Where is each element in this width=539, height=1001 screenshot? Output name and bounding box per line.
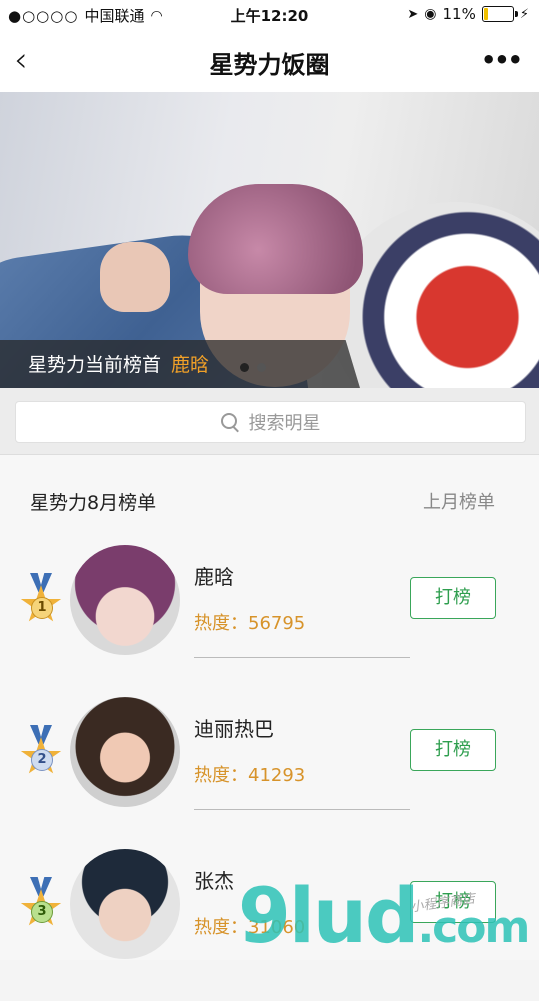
search-area: 搜索明星: [0, 388, 539, 455]
ranking-row[interactable]: 2 迪丽热巴 热度：41293 打榜: [0, 697, 539, 849]
gold-medal-icon: 1: [20, 573, 64, 629]
heat-score: 热度：41293: [194, 761, 305, 787]
battery-percent: 11%: [442, 5, 476, 23]
site-watermark: 9lud.com: [238, 876, 530, 968]
banner-caption-star-name: 鹿晗: [171, 354, 210, 376]
star-name: 张杰: [194, 869, 234, 893]
vote-button[interactable]: 打榜: [410, 729, 496, 771]
search-input[interactable]: 搜索明星: [15, 401, 526, 443]
more-options-button[interactable]: •••: [481, 46, 523, 74]
banner-image-fist: [100, 242, 170, 312]
avatar[interactable]: [70, 697, 180, 807]
heat-label: 热度：: [194, 765, 248, 786]
banner-caption: 星势力当前榜首 鹿晗: [0, 340, 360, 388]
avatar[interactable]: [70, 545, 180, 655]
row-divider: [194, 657, 410, 658]
rank-number: 2: [31, 749, 53, 771]
star-name: 迪丽热巴: [194, 717, 274, 741]
banner-image-helmet: [330, 202, 539, 388]
search-icon: [220, 413, 239, 433]
heat-value: 56795: [248, 613, 306, 634]
top-star-banner[interactable]: 星势力当前榜首 鹿晗: [0, 92, 539, 388]
nav-bar: ‹ 星势力饭圈 •••: [0, 30, 539, 92]
search-placeholder: 搜索明星: [248, 413, 321, 434]
rank-number: 3: [31, 901, 53, 923]
pager-dot-active[interactable]: [240, 363, 249, 372]
heat-value: 41293: [248, 765, 306, 786]
pager-dot[interactable]: [257, 363, 266, 372]
bronze-medal-icon: 3: [20, 877, 64, 933]
banner-pager: [240, 363, 266, 372]
last-month-ranking-link[interactable]: 上月榜单: [423, 488, 495, 514]
silver-medal-icon: 2: [20, 725, 64, 781]
heat-score: 热度：56795: [194, 609, 305, 635]
rank-number: 1: [31, 597, 53, 619]
status-bar: ●○○○○ 中国联通 ◠ 上午12:20 ➤ ◉ 11% ⚡: [0, 0, 539, 30]
location-icon: ➤: [407, 6, 419, 22]
vote-button[interactable]: 打榜: [410, 577, 496, 619]
page-title: 星势力饭圈: [209, 51, 330, 79]
battery-icon: [481, 6, 518, 22]
watermark-main: 9lud: [238, 871, 419, 960]
star-name: 鹿晗: [194, 565, 234, 589]
heat-label: 热度：: [194, 613, 248, 634]
alarm-icon: ◉: [424, 6, 437, 22]
avatar[interactable]: [70, 849, 180, 959]
ranking-title: 星势力8月榜单: [30, 492, 157, 514]
ranking-row[interactable]: 1 鹿晗 热度：56795 打榜: [0, 545, 539, 697]
row-divider: [194, 809, 410, 810]
banner-image-hair: [188, 184, 363, 294]
banner-caption-prefix: 星势力当前榜首: [28, 354, 162, 376]
charging-icon: ⚡: [519, 6, 529, 22]
